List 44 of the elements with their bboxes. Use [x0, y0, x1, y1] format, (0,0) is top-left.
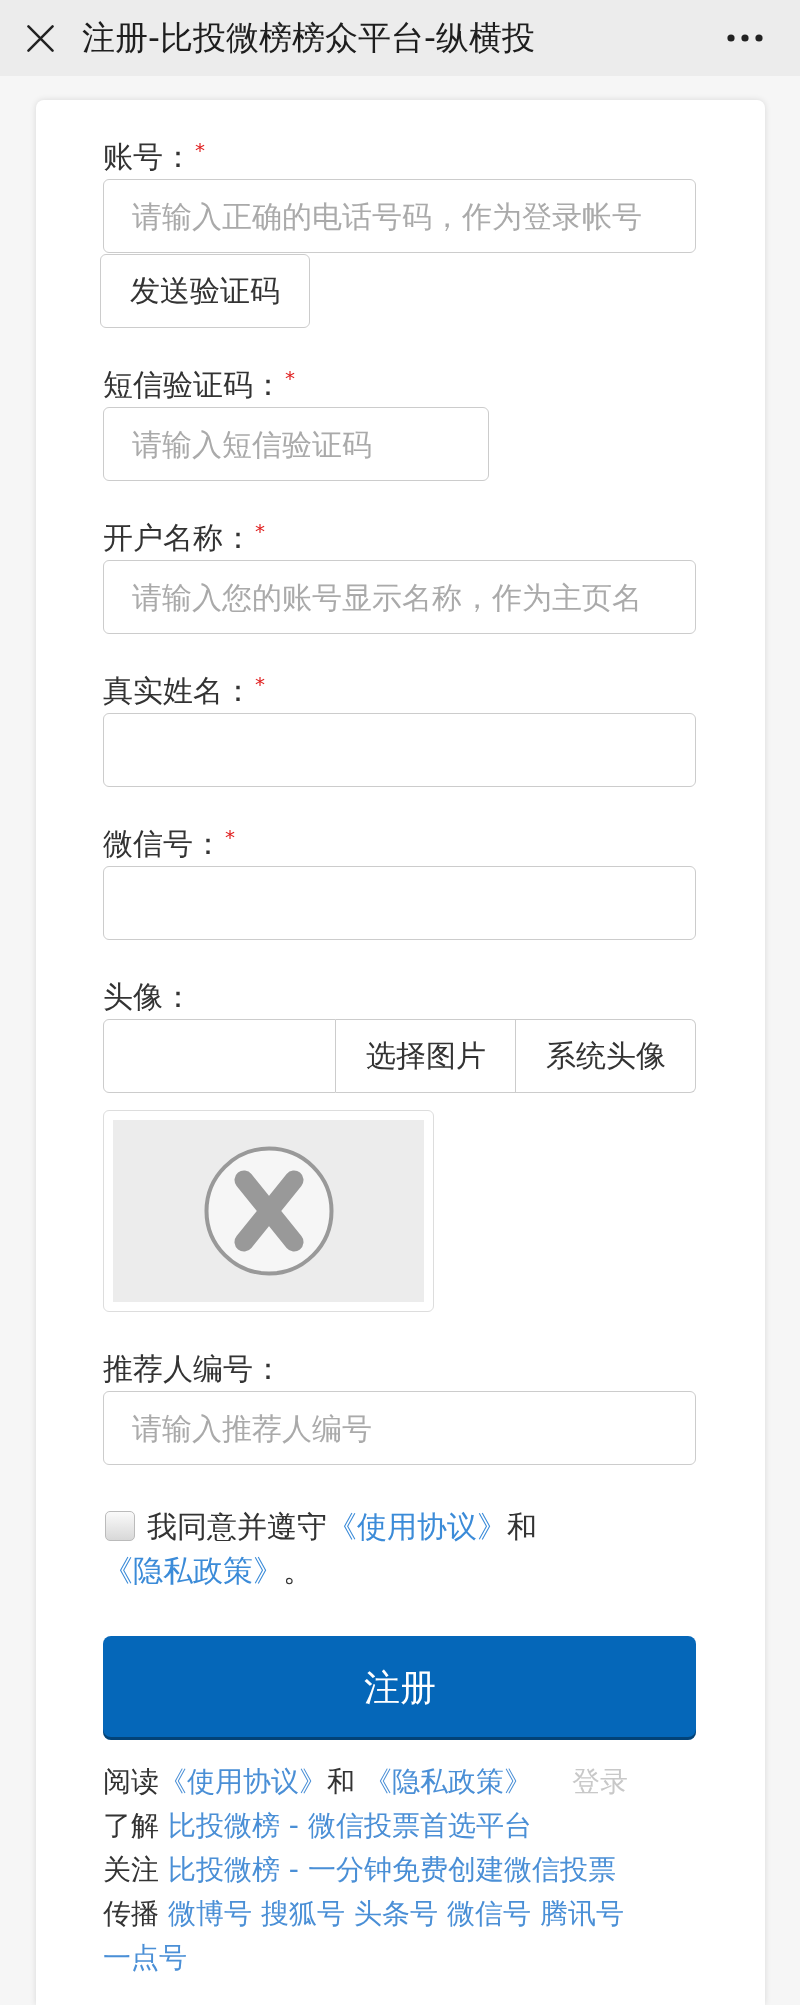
more-icon[interactable]: [727, 34, 763, 42]
checkbox[interactable]: [105, 1511, 135, 1541]
footer-link[interactable]: 微信号: [446, 1897, 531, 1930]
policy-link[interactable]: 《使用协议》: [327, 1509, 507, 1544]
policy-link[interactable]: 《使用协议》: [159, 1765, 327, 1798]
send-code-button[interactable]: 发送验证码: [100, 254, 310, 328]
footer-link[interactable]: 一点号: [103, 1941, 187, 1974]
close-icon[interactable]: [27, 24, 54, 52]
field-label: 开户名称：: [103, 521, 253, 555]
required-mark: *: [285, 368, 295, 388]
required-mark: *: [255, 521, 265, 541]
field-label: 头像：: [103, 980, 193, 1014]
avatar-button[interactable]: 系统头像: [516, 1019, 696, 1093]
register-button[interactable]: 注册: [103, 1636, 696, 1740]
required-mark: *: [195, 140, 205, 160]
footer-text: 阅读《使用协议》和 《隐私政策》: [103, 1765, 532, 1798]
policy-link[interactable]: 《隐私政策》: [103, 1553, 283, 1588]
field-label: 推荐人编号：: [103, 1352, 283, 1386]
footer-text: 关注 比投微榜 - 一分钟免费创建微信投票: [103, 1853, 616, 1886]
footer-link[interactable]: 腾讯号: [539, 1897, 624, 1930]
required-mark: *: [225, 827, 235, 847]
input-field[interactable]: 请输入您的账号显示名称，作为主页名: [103, 560, 696, 634]
avatar-button[interactable]: 选择图片: [336, 1019, 516, 1093]
x-circle-icon: [203, 1146, 334, 1276]
footer-link[interactable]: 微博号: [167, 1897, 252, 1930]
field-label: 短信验证码：: [103, 368, 283, 402]
page-title: 注册-比投微榜榜众平台-纵横投: [82, 18, 535, 58]
input-field[interactable]: 请输入正确的电话号码，作为登录帐号: [103, 179, 696, 253]
footer-link[interactable]: 搜狐号: [260, 1897, 345, 1930]
input-field[interactable]: [103, 866, 696, 940]
required-mark: *: [255, 674, 265, 694]
policy-link[interactable]: 《隐私政策》: [363, 1765, 532, 1798]
input-field[interactable]: 请输入推荐人编号: [103, 1391, 696, 1465]
footer-link[interactable]: 比投微榜 - 一分钟免费创建微信投票: [167, 1853, 616, 1886]
input-field[interactable]: 请输入短信验证码: [103, 407, 489, 481]
input-field[interactable]: [103, 1019, 336, 1093]
field-label: 微信号：: [103, 827, 223, 861]
footer-text: 了解 比投微榜 - 微信投票首选平台: [103, 1809, 532, 1842]
input-field[interactable]: [103, 713, 696, 787]
field-label: 账号：: [103, 140, 193, 174]
footer-link[interactable]: 比投微榜 - 微信投票首选平台: [167, 1809, 532, 1842]
footer-link[interactable]: 头条号: [353, 1897, 438, 1930]
field-label: 真实姓名：: [103, 674, 253, 708]
footer-text: 传播 微博号 搜狐号 头条号 微信号 腾讯号 一点号: [103, 1897, 624, 1974]
